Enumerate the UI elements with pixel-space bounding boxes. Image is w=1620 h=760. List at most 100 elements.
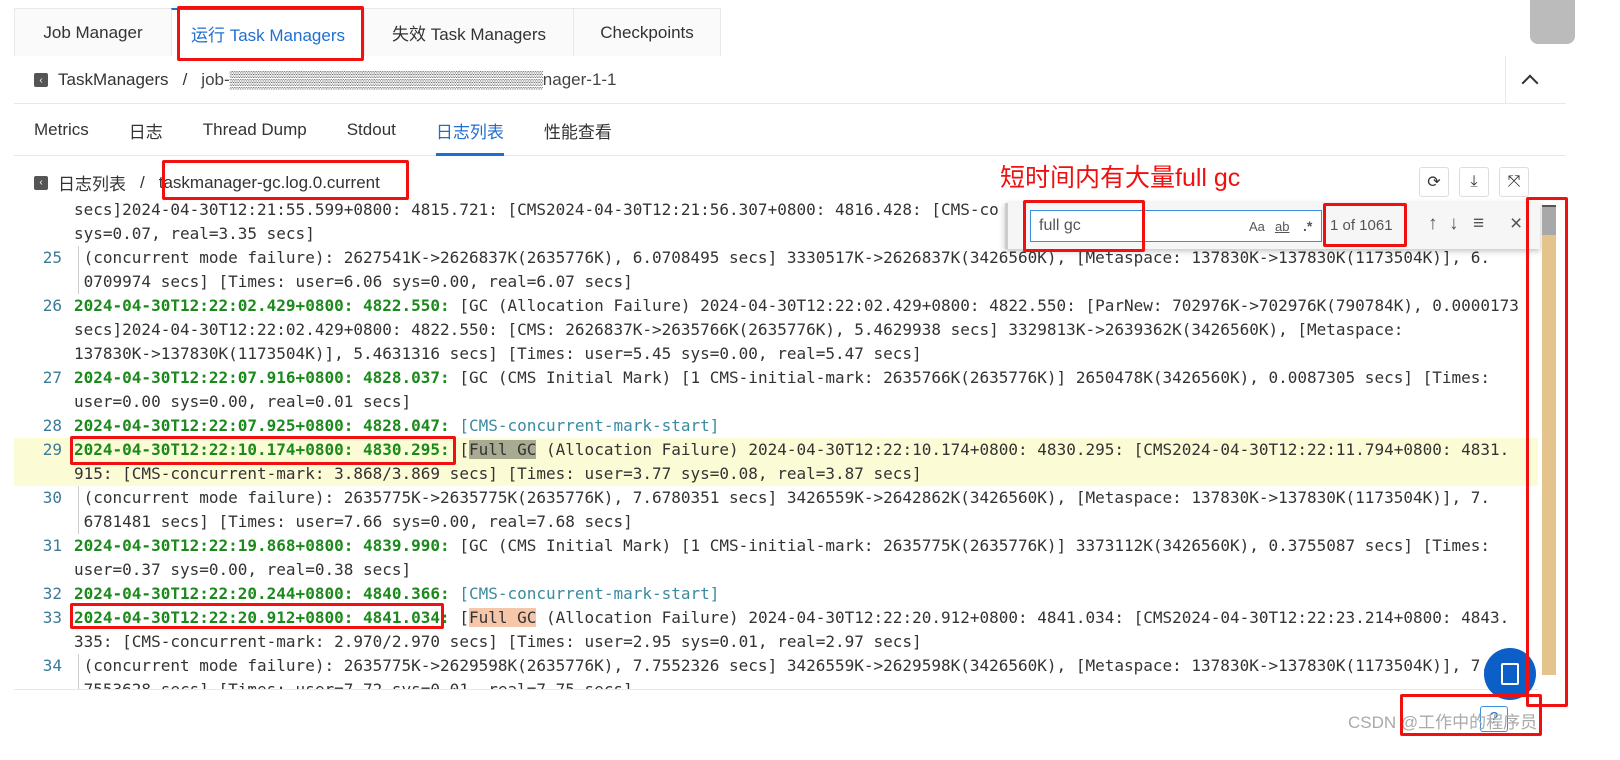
- document-search-icon: [1501, 663, 1519, 685]
- line-number: 34: [42, 656, 62, 675]
- close-icon[interactable]: ×: [1510, 212, 1522, 236]
- fullscreen-icon: ⤧: [1507, 173, 1521, 190]
- tab-stdout[interactable]: Stdout: [327, 104, 416, 156]
- log-text: 0709974 secs] [Times: user=6.06 sys=0.00…: [74, 272, 633, 291]
- log-text: (concurrent mode failure): 2627541K->262…: [74, 248, 1491, 267]
- log-text: [GC (CMS Initial Mark) [1 CMS-initial-ma…: [449, 368, 1491, 387]
- find-in-selection-icon[interactable]: ≡: [1473, 213, 1484, 235]
- log-timestamp: 2024-04-30T12:22:20.244+0800: 4840.366:: [74, 584, 450, 603]
- download-button[interactable]: ⤓: [1459, 167, 1489, 197]
- log-timestamp: 2024-04-30T12:22:07.925+0800: 4828.047:: [74, 416, 450, 435]
- breadcrumb: ‹ TaskManagers / job-▒▒▒▒▒▒▒▒▒▒▒▒▒▒▒▒▒▒▒…: [34, 70, 617, 90]
- tab-logs[interactable]: 日志: [109, 104, 183, 156]
- log-breadcrumb-parent[interactable]: 日志列表: [58, 170, 126, 195]
- annotation-box: [1400, 694, 1542, 736]
- line-number: 28: [42, 416, 62, 435]
- log-text: [CMS-concurrent-mark-start]: [449, 416, 720, 435]
- refresh-button[interactable]: ⟳: [1419, 167, 1449, 197]
- tab-log-list[interactable]: 日志列表: [416, 104, 524, 156]
- tab-job-manager[interactable]: Job Manager: [14, 8, 172, 56]
- log-text: user=0.37 sys=0.00, real=0.38 secs]: [74, 560, 412, 579]
- log-row: 25 (concurrent mode failure): 2627541K->…: [14, 246, 1538, 270]
- search-match: Full GC: [468, 608, 537, 627]
- back-icon[interactable]: ‹: [34, 73, 48, 87]
- log-text: (concurrent mode failure): 2635775K->262…: [74, 656, 1491, 675]
- line-number: 25: [42, 248, 62, 267]
- log-text: 7553628 secs] [Times: user=7.72 sys=0.01…: [74, 680, 633, 690]
- annotation-box: [70, 436, 456, 465]
- log-text: [CMS-concurrent-mark-start]: [449, 584, 720, 603]
- regex-icon[interactable]: .*: [1303, 218, 1312, 234]
- log-row: 0709974 secs] [Times: user=6.06 sys=0.00…: [14, 270, 1538, 294]
- annotation-box: [177, 6, 364, 61]
- log-row: user=0.00 sys=0.00, real=0.01 secs]: [14, 390, 1538, 414]
- log-text: user=0.00 sys=0.00, real=0.01 secs]: [74, 392, 412, 411]
- tab-checkpoints[interactable]: Checkpoints: [573, 8, 721, 56]
- annotation-box: [1023, 200, 1145, 252]
- line-number: 32: [42, 584, 62, 603]
- annotation-box: [1526, 197, 1568, 707]
- refresh-icon: ⟳: [1427, 174, 1441, 191]
- camera-button[interactable]: [1530, 0, 1575, 44]
- log-row: 137830K->137830K(1173504K)], 5.4631316 s…: [14, 342, 1538, 366]
- log-text: (Allocation Failure) 2024-04-30T12:22:10…: [536, 440, 1510, 459]
- annotation-box: [162, 160, 409, 200]
- download-icon: ⤓: [1470, 173, 1478, 190]
- breadcrumb-current: job-▒▒▒▒▒▒▒▒▒▒▒▒▒▒▒▒▒▒▒▒▒▒▒▒▒▒nager-1-1: [201, 70, 617, 89]
- search-match: Full GC: [468, 440, 537, 459]
- tab-thread-dump[interactable]: Thread Dump: [183, 104, 327, 156]
- log-text: [GC (CMS Initial Mark) [1 CMS-initial-ma…: [449, 536, 1491, 555]
- log-text: (concurrent mode failure): 2635775K->263…: [74, 488, 1491, 507]
- log-timestamp: 2024-04-30T12:22:02.429+0800: 4822.550:: [74, 296, 450, 315]
- annotation-text: 短时间内有大量full gc: [1000, 164, 1241, 192]
- line-number: 29: [42, 440, 62, 459]
- whole-word-icon[interactable]: ab: [1275, 219, 1289, 234]
- back-icon[interactable]: ‹: [34, 175, 48, 190]
- log-text: [GC (Allocation Failure) 2024-04-30T12:2…: [449, 296, 1519, 315]
- line-number: 31: [42, 536, 62, 555]
- log-row: 34 (concurrent mode failure): 2635775K->…: [14, 654, 1538, 678]
- line-number: 30: [42, 488, 62, 507]
- breadcrumb-parent[interactable]: TaskManagers: [58, 70, 169, 90]
- log-text: secs]2024-04-30T12:22:02.429+0800: 4822.…: [74, 320, 1404, 339]
- log-row: 31 2024-04-30T12:22:19.868+0800: 4839.990…: [14, 534, 1538, 558]
- breadcrumb-separator: /: [182, 70, 188, 89]
- previous-match-icon[interactable]: ↑: [1428, 213, 1438, 235]
- log-row: 335: [CMS-concurrent-mark: 2.970/2.970 s…: [14, 630, 1538, 654]
- line-number: 26: [42, 296, 62, 315]
- tab-failed-task-managers[interactable]: 失效 Task Managers: [364, 8, 574, 56]
- sub-tabs: Metrics 日志 Thread Dump Stdout 日志列表 性能查看: [14, 104, 1566, 156]
- line-number: 27: [42, 368, 62, 387]
- chevron-up-icon: [1521, 74, 1538, 92]
- top-tabs: Job Manager 运行 Task Managers 失效 Task Man…: [14, 8, 721, 56]
- annotation-box: [70, 603, 444, 629]
- log-text: secs]2024-04-30T12:21:55.599+0800: 4815.…: [74, 200, 999, 219]
- log-text: 335: [CMS-concurrent-mark: 2.970/2.970 s…: [74, 632, 922, 651]
- log-row: 28 2024-04-30T12:22:07.925+0800: 4828.047…: [14, 414, 1538, 438]
- line-number: 33: [42, 608, 62, 627]
- next-match-icon[interactable]: ↓: [1449, 213, 1459, 235]
- log-text: 6781481 secs] [Times: user=7.66 sys=0.00…: [74, 512, 633, 531]
- log-text: 137830K->137830K(1173504K)], 5.4631316 s…: [74, 344, 922, 363]
- log-text: [: [449, 608, 469, 627]
- tab-performance[interactable]: 性能查看: [524, 104, 632, 156]
- tab-metrics[interactable]: Metrics: [14, 104, 109, 156]
- log-row: user=0.37 sys=0.00, real=0.38 secs]: [14, 558, 1538, 582]
- log-text: sys=0.07, real=3.35 secs]: [74, 224, 315, 243]
- match-case-icon[interactable]: Aa: [1249, 219, 1265, 234]
- breadcrumb-separator: /: [140, 172, 145, 192]
- annotation-box: [1323, 203, 1407, 247]
- collapse-button[interactable]: [1505, 56, 1553, 104]
- log-timestamp: 2024-04-30T12:22:07.916+0800: 4828.037:: [74, 368, 450, 387]
- log-row: 915: [CMS-concurrent-mark: 3.868/3.869 s…: [14, 462, 1538, 486]
- log-row: 6781481 secs] [Times: user=7.66 sys=0.00…: [14, 510, 1538, 534]
- log-text: 915: [CMS-concurrent-mark: 3.868/3.869 s…: [74, 464, 922, 483]
- log-row: 30 (concurrent mode failure): 2635775K->…: [14, 486, 1538, 510]
- log-text: (Allocation Failure) 2024-04-30T12:22:20…: [536, 608, 1510, 627]
- log-row: 27 2024-04-30T12:22:07.916+0800: 4828.037…: [14, 366, 1538, 390]
- fullscreen-button[interactable]: ⤧: [1499, 167, 1529, 197]
- log-timestamp: 2024-04-30T12:22:19.868+0800: 4839.990:: [74, 536, 450, 555]
- log-row: secs]2024-04-30T12:22:02.429+0800: 4822.…: [14, 318, 1538, 342]
- log-row: 7553628 secs] [Times: user=7.72 sys=0.01…: [14, 678, 1538, 690]
- log-row: 26 2024-04-30T12:22:02.429+0800: 4822.550…: [14, 294, 1538, 318]
